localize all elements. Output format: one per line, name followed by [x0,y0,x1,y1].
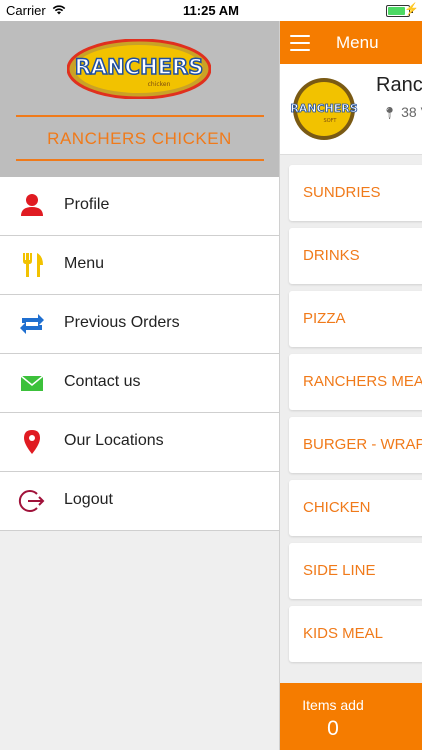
logout-icon [18,490,45,512]
page-title: Menu [336,33,379,52]
category-card[interactable]: KIDS MEAL [289,606,422,662]
shop-address: 📍︎ 38 V [382,104,422,120]
category-label: RANCHERS MEA [303,373,422,390]
drawer-item-menu[interactable]: Menu [0,236,279,295]
shop-name: Ranc [376,74,422,96]
status-bar: Carrier 11:25 AM ⚡ [0,0,422,21]
svg-text:chicken: chicken [148,81,171,88]
category-card[interactable]: SUNDRIES [289,165,422,221]
category-label: PIZZA [303,310,346,327]
drawer-item-label: Contact us [64,373,141,390]
cart-label: Items add [302,697,364,713]
category-card[interactable]: SIDE LINE [289,543,422,599]
drawer-item-label: Profile [64,196,110,213]
category-label: BURGER - WRAP [303,436,422,453]
shop-logo: RANCHERS SOFT [290,78,358,140]
drawer-item-previous-orders[interactable]: Previous Orders [0,295,279,354]
fork-knife-icon [23,253,43,277]
mail-icon [20,375,44,391]
main-panel: Menu RANCHERS SOFT Ranc 📍︎ 38 V SUNDRIES… [280,21,422,750]
brand-name: RANCHERS CHICKEN [47,129,232,148]
drawer-menu-list: Profile Menu Previous Orders Contact us [0,177,279,531]
category-card[interactable]: DRINKS [289,228,422,284]
person-icon [21,194,43,216]
svg-text:RANCHERS: RANCHERS [75,55,204,79]
drawer-item-our-locations[interactable]: Our Locations [0,413,279,472]
top-bar: Menu [280,21,422,64]
svg-text:RANCHERS: RANCHERS [290,102,357,115]
drawer-item-label: Previous Orders [64,314,180,331]
drawer-item-label: Menu [64,255,105,272]
address-pin-icon: 📍︎ [382,106,398,120]
category-card[interactable]: CHICKEN [289,480,422,536]
brand-divider-top [16,115,264,117]
drawer-item-logout[interactable]: Logout [0,472,279,531]
category-label: SIDE LINE [303,562,376,579]
drawer-item-label: Logout [64,491,113,508]
shop-address-text: 38 V [401,104,422,120]
shop-header: RANCHERS SOFT Ranc 📍︎ 38 V [280,64,422,155]
category-card[interactable]: BURGER - WRAP [289,417,422,473]
category-card[interactable]: PIZZA [289,291,422,347]
drawer-header: RANCHERS chicken RANCHERS CHICKEN [0,21,279,177]
hamburger-menu-icon[interactable] [290,35,310,51]
drawer-item-label: Our Locations [64,432,164,449]
side-drawer: RANCHERS chicken RANCHERS CHICKEN Profil… [0,21,280,750]
brand-divider-bottom [16,159,264,161]
drawer-item-profile[interactable]: Profile [0,177,279,236]
location-pin-icon [24,430,40,454]
category-label: SUNDRIES [303,184,381,201]
status-time: 11:25 AM [183,3,239,18]
category-label: CHICKEN [303,499,371,516]
svg-text:SOFT: SOFT [324,118,338,124]
cart-bar[interactable]: Items add 0 [280,683,422,750]
cart-count: 0 [327,717,339,740]
category-label: DRINKS [303,247,360,264]
repeat-icon [20,314,44,334]
category-label: KIDS MEAL [303,625,384,642]
charging-icon: ⚡ [404,2,419,16]
drawer-item-contact-us[interactable]: Contact us [0,354,279,413]
brand-logo: RANCHERS chicken [67,39,211,99]
category-card[interactable]: RANCHERS MEA [289,354,422,410]
